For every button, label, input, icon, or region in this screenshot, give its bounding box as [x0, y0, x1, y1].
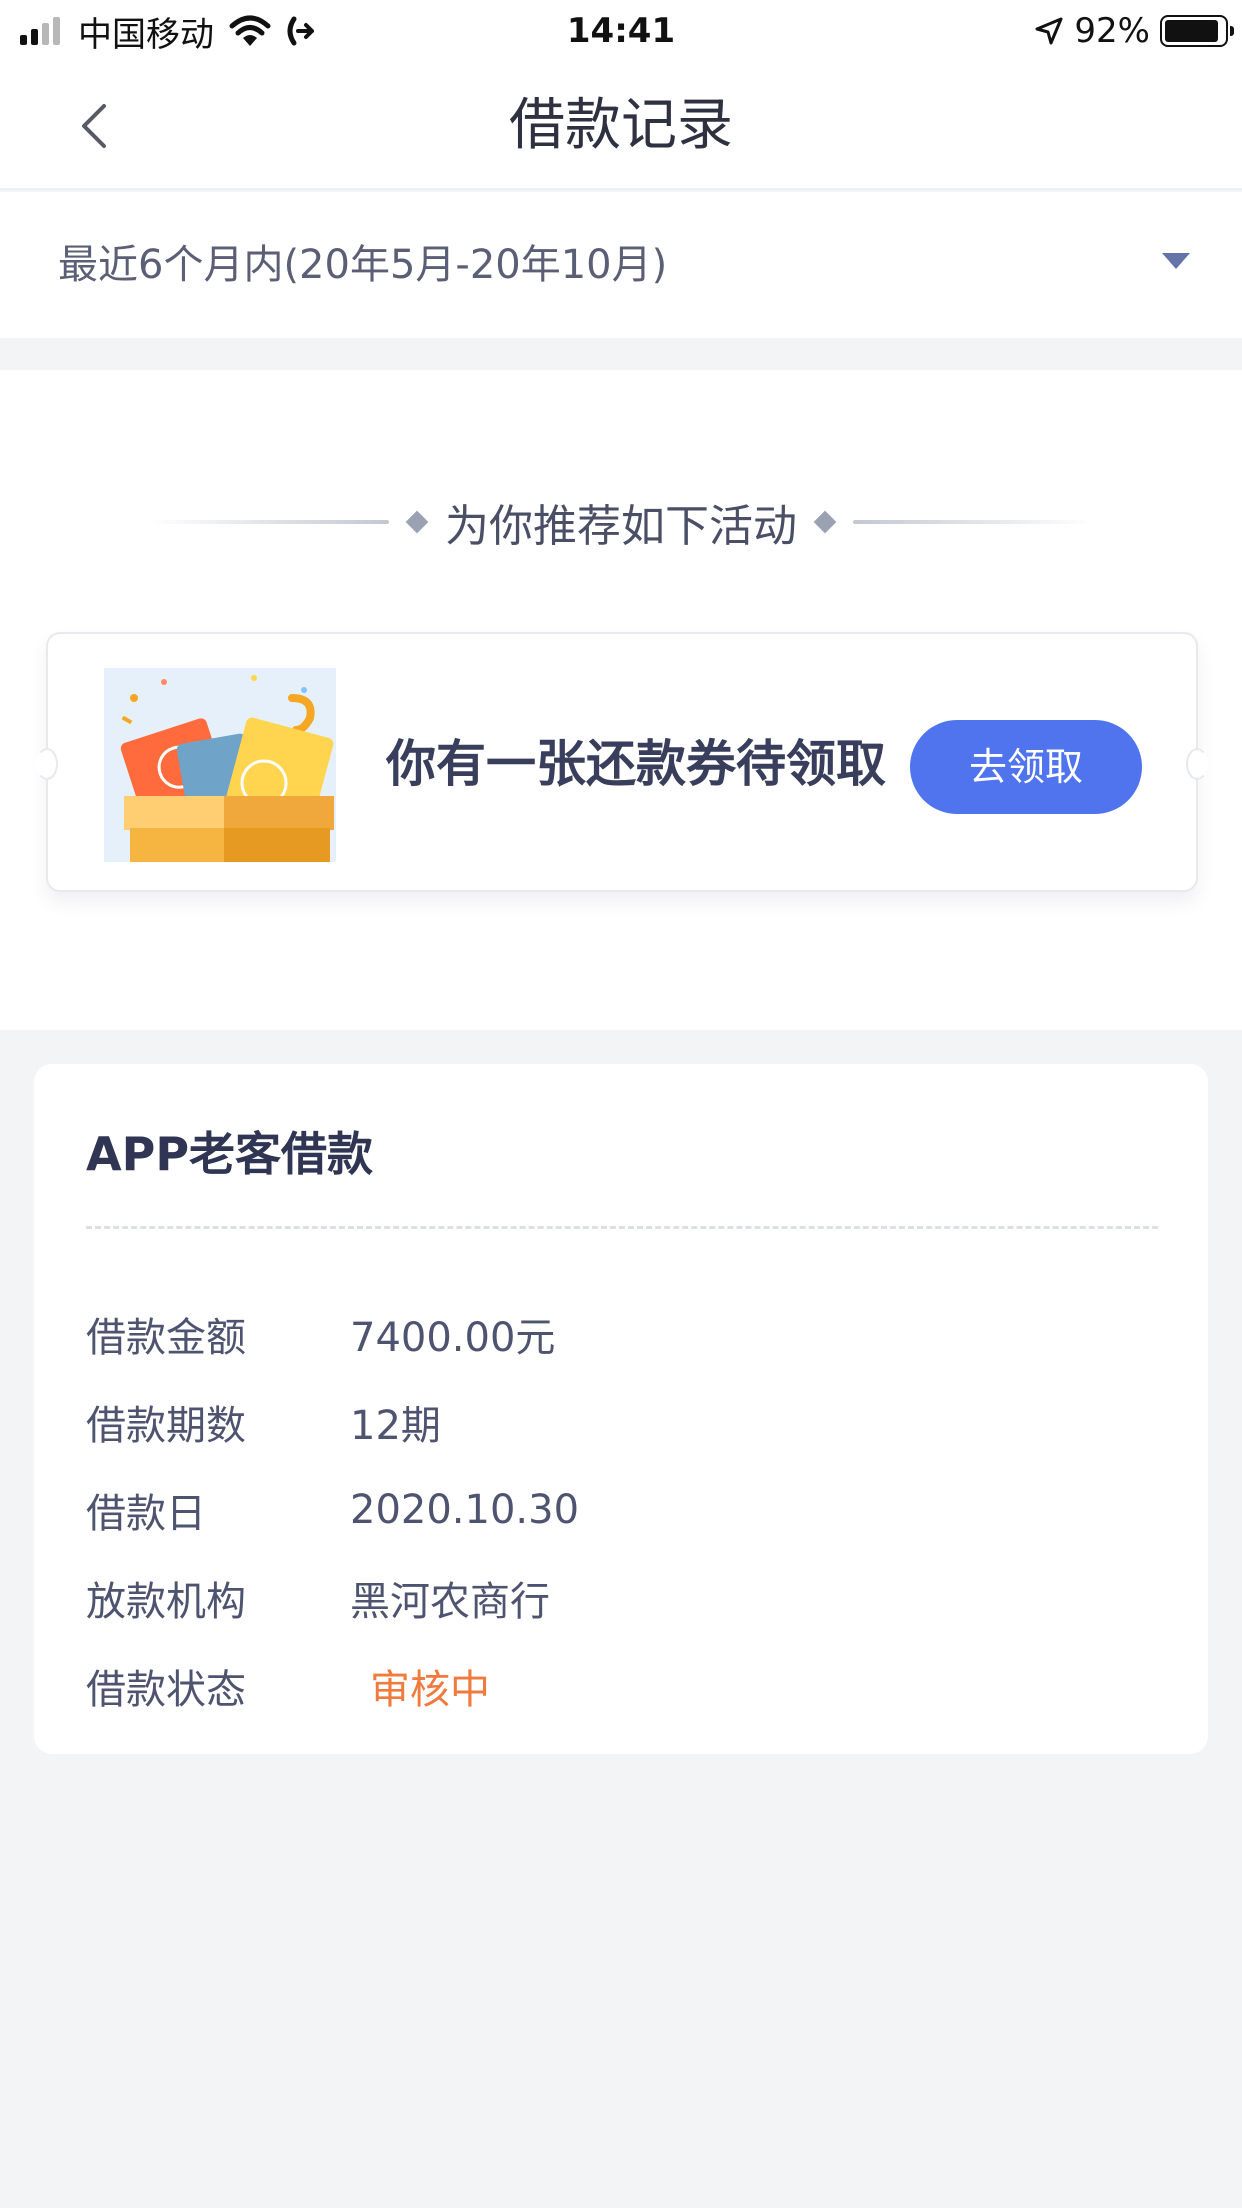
coupon-notch-left — [36, 748, 58, 780]
loan-detail-list: 借款金额 7400.00元 借款期数 12期 借款日 2020.10.30 放款… — [86, 1290, 579, 1730]
recommend-heading-row: 为你推荐如下活动 — [0, 492, 1242, 552]
page-title: 借款记录 — [509, 93, 733, 158]
loan-label: 借款日 — [86, 1491, 206, 1537]
nav-bar: 借款记录 — [0, 62, 1242, 190]
date-range-label: 最近6个月内(20年5月-20年10月) — [58, 242, 668, 288]
coupon-text: 你有一张还款券待领取 — [386, 735, 886, 793]
loan-value: 黑河农商行 — [350, 1579, 550, 1625]
recommend-section: 为你推荐如下活动 你有一张还款券待领取 去领取 — [0, 370, 1242, 1030]
divider-line-left — [149, 520, 389, 524]
loan-value: 7400.00元 — [350, 1315, 556, 1361]
claim-coupon-button[interactable]: 去领取 — [910, 720, 1142, 814]
date-range-filter[interactable]: 最近6个月内(20年5月-20年10月) — [0, 192, 1242, 338]
status-right: 92% — [1034, 8, 1234, 54]
loan-value: 12期 — [350, 1403, 441, 1449]
diamond-icon — [405, 510, 429, 534]
divider-line-right — [853, 520, 1093, 524]
loan-value: 2020.10.30 — [350, 1487, 580, 1533]
loan-label: 借款状态 — [86, 1667, 246, 1713]
dashed-divider — [86, 1226, 1158, 1229]
loan-row-amount: 借款金额 7400.00元 — [86, 1290, 579, 1378]
loan-row-lender: 放款机构 黑河农商行 — [86, 1554, 579, 1642]
recommend-heading: 为你推荐如下活动 — [445, 501, 797, 552]
battery-percent: 92% — [1074, 11, 1150, 51]
caret-down-icon — [1162, 253, 1190, 269]
battery-fill — [1165, 20, 1219, 42]
status-badge: 审核中 — [370, 1667, 490, 1713]
status-bar: 中国移动 14:41 92% — [0, 0, 1242, 62]
loan-row-status: 借款状态 审核中 — [86, 1642, 579, 1730]
location-arrow-icon — [1035, 17, 1063, 45]
coupon-card[interactable]: 你有一张还款券待领取 去领取 — [36, 632, 1208, 892]
battery-icon — [1160, 15, 1234, 47]
loan-record-card[interactable]: APP老客借款 借款金额 7400.00元 借款期数 12期 借款日 2020.… — [34, 1064, 1208, 1754]
loan-row-date: 借款日 2020.10.30 — [86, 1466, 579, 1554]
gift-box-coupon-icon — [104, 668, 336, 862]
loan-label: 借款期数 — [86, 1403, 246, 1449]
loan-title: APP老客借款 — [86, 1127, 374, 1181]
loan-label: 借款金额 — [86, 1315, 246, 1361]
diamond-icon — [813, 510, 837, 534]
loan-label: 放款机构 — [86, 1579, 246, 1625]
loan-row-periods: 借款期数 12期 — [86, 1378, 579, 1466]
coupon-notch-right — [1186, 748, 1208, 780]
